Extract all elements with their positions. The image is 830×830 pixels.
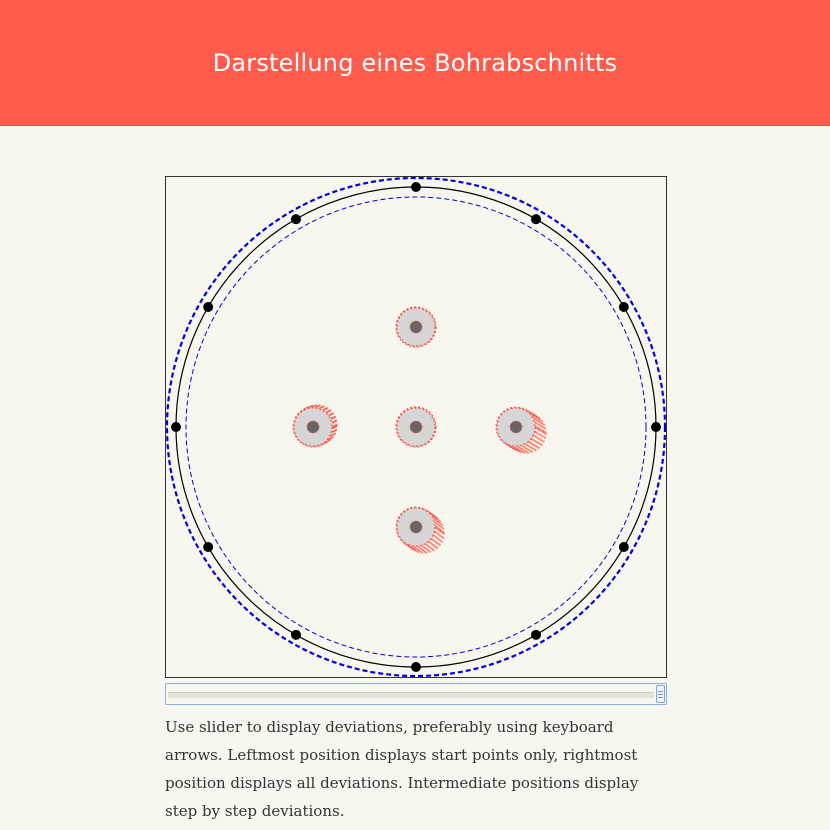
left-hole-center (307, 421, 319, 433)
reference-point (531, 214, 541, 225)
reference-point (203, 302, 214, 312)
reference-point (411, 182, 421, 192)
reference-point (618, 302, 629, 312)
drill-section-canvas (165, 176, 667, 678)
reference-point (411, 662, 421, 672)
bottom-hole-center (410, 521, 422, 533)
page-title: Darstellung eines Bohrabschnitts (212, 48, 618, 77)
reference-point (203, 542, 214, 552)
main-content: Use slider to display deviations, prefer… (165, 176, 667, 825)
reference-point (651, 422, 661, 432)
page-header: Darstellung eines Bohrabschnitts (0, 0, 830, 126)
grip-icon (658, 690, 663, 698)
reference-point (291, 629, 301, 640)
slider-instructions: Use slider to display deviations, prefer… (165, 718, 639, 820)
reference-point (291, 214, 301, 225)
drill-section-figure (166, 177, 666, 677)
right-hole-center (510, 421, 522, 433)
reference-point (531, 629, 541, 640)
reference-point (618, 542, 629, 552)
top-hole-center (410, 321, 422, 333)
center-hole-center (410, 421, 422, 433)
slider-track[interactable] (168, 692, 654, 698)
reference-point (171, 422, 181, 432)
deviation-slider[interactable] (165, 683, 667, 705)
slider-thumb[interactable] (656, 685, 665, 703)
